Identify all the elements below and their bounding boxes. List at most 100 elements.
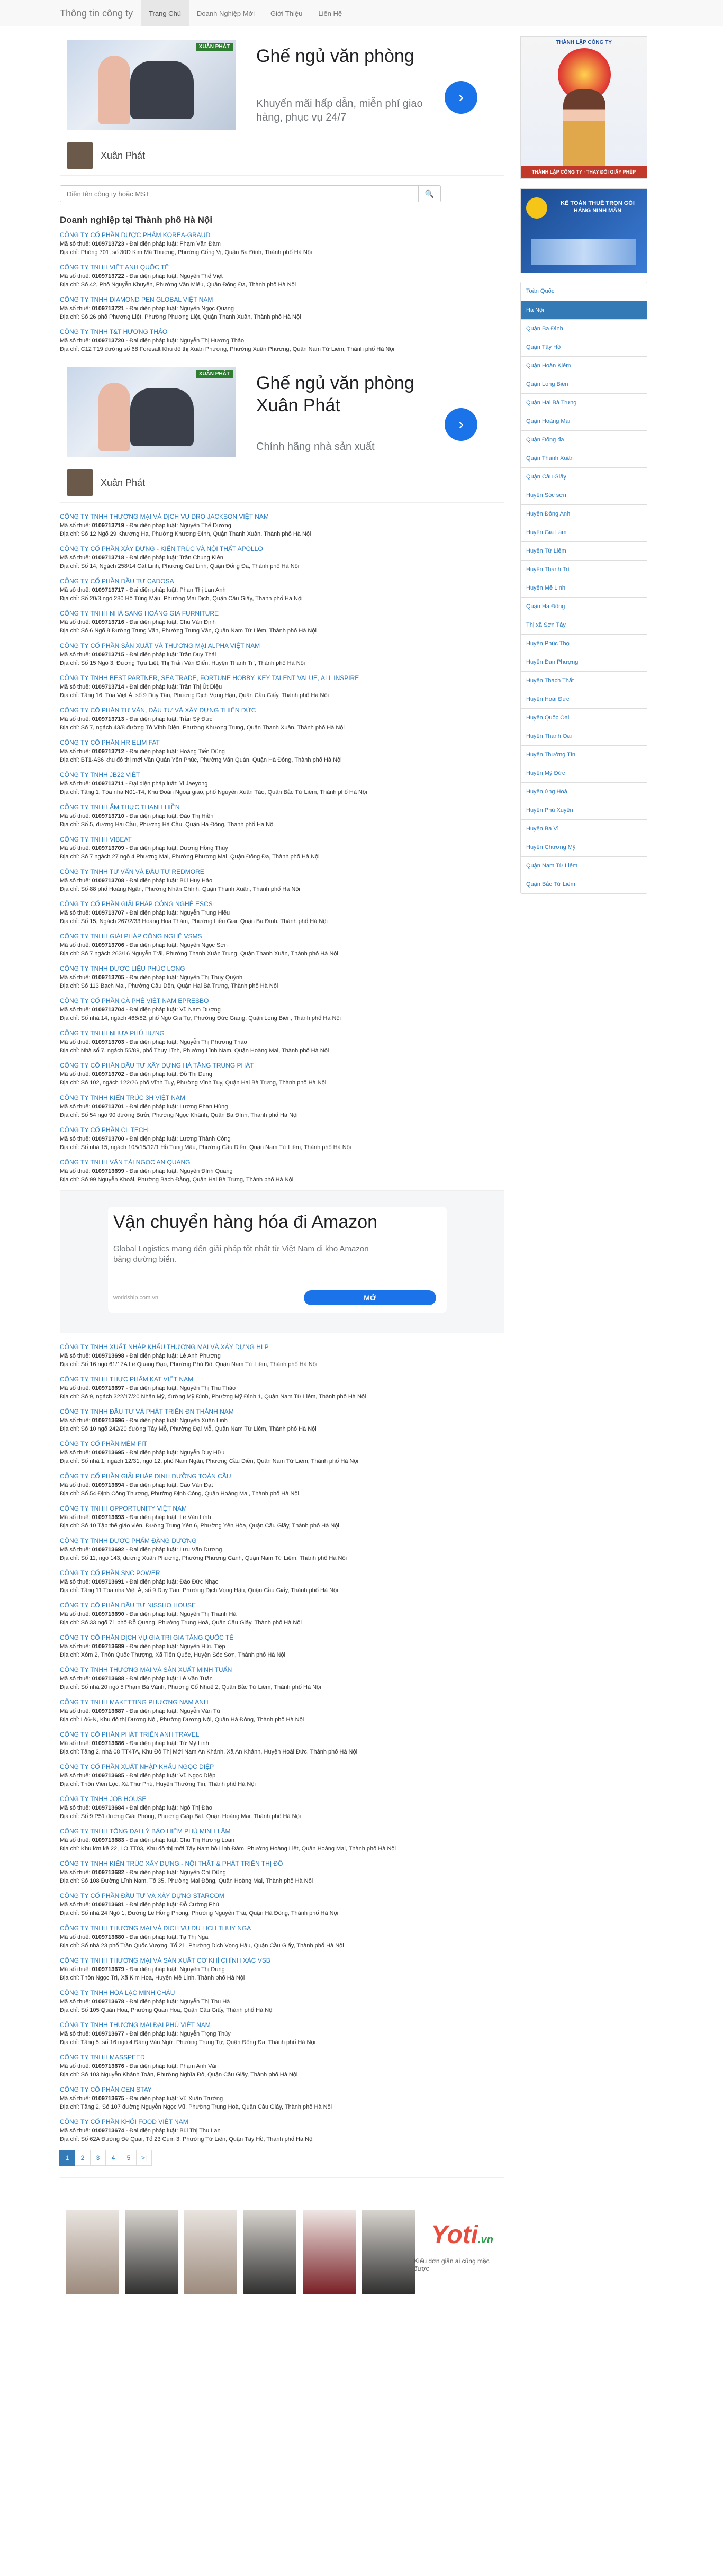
page-2[interactable]: 2 [75,2150,91,2166]
ad-arrow-button[interactable]: › [445,81,477,114]
page-1[interactable]: 1 [59,2150,75,2166]
area-item[interactable]: Quận Bắc Từ Liêm [521,875,647,893]
company-name-link[interactable]: CÔNG TY TNHH THƯƠNG MẠI VÀ SẢN XUẤT MINH… [60,1666,504,1675]
page-5[interactable]: 5 [121,2150,137,2166]
company-name-link[interactable]: CÔNG TY CỔ PHẦN CEN STAY [60,2085,504,2094]
company-name-link[interactable]: CÔNG TY TNHH THƯƠNG MẠI VÀ DỊCH VỤ DU LỊ… [60,1924,504,1933]
product-image[interactable] [362,2210,415,2294]
nav-about[interactable]: Giới Thiệu [263,0,310,26]
company-name-link[interactable]: CÔNG TY TNHH KIẾN TRÚC XÂY DỰNG - NỘI TH… [60,1859,504,1868]
area-item[interactable]: Huyện Thường Tín [521,745,647,764]
area-item[interactable]: Quận Hà Đông [521,597,647,616]
company-name-link[interactable]: CÔNG TY CỔ PHẦN KHÔI FOOD VIỆT NAM [60,2118,504,2127]
company-name-link[interactable]: CÔNG TY CỔ PHẦN HR ELIM FAT [60,738,504,747]
area-item[interactable]: Huyện Gia Lâm [521,523,647,541]
company-name-link[interactable]: CÔNG TY TNHH DIAMOND PEN GLOBAL VIỆT NAM [60,295,504,304]
company-name-link[interactable]: CÔNG TY TNHH TƯ VẤN VÀ ĐẦU TƯ REDMORE [60,867,504,876]
ad-banner-top[interactable]: XUÂN PHÁT Ghế ngủ văn phòng Khuyến mãi h… [60,33,504,176]
product-image[interactable] [66,2210,119,2294]
area-item[interactable]: Huyện Phú Xuyên [521,801,647,819]
area-item[interactable]: Huyện Phúc Thọ [521,634,647,653]
area-item[interactable]: Quận Cầu Giấy [521,467,647,486]
ad-fashion-logo[interactable]: Yoti.vn [431,2220,493,2249]
company-name-link[interactable]: CÔNG TY CỔ PHẦN PHÁT TRIỂN ANH TRAVEL [60,1730,504,1739]
company-name-link[interactable]: CÔNG TY TNHH VIBEAT [60,835,504,844]
ad-banner-middle[interactable]: XUÂN PHÁT Ghế ngủ văn phòng Xuân Phát Ch… [60,360,504,503]
ad-title[interactable]: Ghế ngủ văn phòng Xuân Phát [256,372,426,417]
area-item[interactable]: Huyện Thanh Oai [521,727,647,745]
company-name-link[interactable]: CÔNG TY TNHH T&T HƯƠNG THẢO [60,328,504,337]
area-item[interactable]: Quận Tây Hồ [521,338,647,356]
company-name-link[interactable]: CÔNG TY TNHH THƯƠNG MẠI ĐẠI PHÚ VIỆT NAM [60,2021,504,2030]
company-name-link[interactable]: CÔNG TY CỔ PHẦN DỊCH VỤ GIA TRI GIA TĂNG… [60,1633,504,1642]
search-input[interactable] [60,185,419,202]
company-name-link[interactable]: CÔNG TY CỔ PHẦN SNC POWER [60,1569,504,1578]
company-name-link[interactable]: CÔNG TY TNHH MASSPEED [60,2053,504,2062]
area-item[interactable]: Huyện Mỹ Đức [521,764,647,782]
area-item[interactable]: Huyện Hoài Đức [521,690,647,708]
area-item[interactable]: Quận Thanh Xuân [521,449,647,467]
company-name-link[interactable]: CÔNG TY CỔ PHẦN XUẤT NHẬP KHẨU NGỌC DIỆP [60,1762,504,1771]
company-name-link[interactable]: CÔNG TY TNHH ĐẦU TƯ VÀ PHÁT TRIỂN ĐN THÀ… [60,1407,504,1416]
company-name-link[interactable]: CÔNG TY TNHH JB22 VIỆT [60,771,504,780]
ad-brand-name[interactable]: Xuân Phát [101,477,145,489]
page-4[interactable]: 4 [105,2150,121,2166]
area-item[interactable]: Huyện Đan Phượng [521,653,647,671]
nav-new-companies[interactable]: Doanh Nghiệp Mới [189,0,263,26]
company-name-link[interactable]: CÔNG TY TNHH DƯỢC PHẨM ĐĂNG DƯƠNG [60,1536,504,1545]
company-name-link[interactable]: CÔNG TY TNHH VẬN TẢI NGỌC AN QUANG [60,1158,504,1167]
company-name-link[interactable]: CÔNG TY TNHH MAKETTING PHƯƠNG NAM ANH [60,1698,504,1707]
company-name-link[interactable]: CÔNG TY TNHH THƯƠNG MẠI VÀ SẢN XUẤT CƠ K… [60,1956,504,1965]
sidebar-banner-company-setup[interactable]: THÀNH LẬP CÔNG TY THÀNH LẬP CÔNG TY · TH… [520,36,647,179]
area-item[interactable]: Quận Long Biên [521,375,647,393]
area-item[interactable]: Huyện Sóc sơn [521,486,647,504]
company-name-link[interactable]: CÔNG TY TNHH OPPORTUNITY VIỆT NAM [60,1504,504,1513]
page-last[interactable]: >| [136,2150,152,2166]
company-name-link[interactable]: CÔNG TY CỔ PHẦN GIẢI PHÁP CÔNG NGHỆ ESCS [60,900,504,909]
product-image[interactable] [243,2210,296,2294]
nav-home[interactable]: Trang Chủ [141,0,189,26]
company-name-link[interactable]: CÔNG TY TNHH HÒA LẠC MINH CHÂU [60,1989,504,1997]
ad-open-button[interactable]: MỞ [304,1290,436,1305]
area-item[interactable]: Quận Hoàn Kiếm [521,356,647,375]
company-name-link[interactable]: CÔNG TY TNHH TỔNG ĐẠI LÝ BẢO HIỂM PHÚ MI… [60,1827,504,1836]
company-name-link[interactable]: CÔNG TY TNHH JOB HOUSE [60,1795,504,1804]
company-name-link[interactable]: CÔNG TY CỔ PHẦN DƯỢC PHẨM KOREA-GRAUD [60,231,504,240]
ad-arrow-button[interactable]: › [445,408,477,441]
company-name-link[interactable]: CÔNG TY CỔ PHẦN ĐẦU TƯ NISSHO HOUSE [60,1601,504,1610]
area-item[interactable]: Huyện ứng Hoà [521,782,647,801]
nav-contact[interactable]: Liên Hệ [310,0,350,26]
area-item[interactable]: Thị xã Sơn Tây [521,616,647,634]
ad-title[interactable]: Vận chuyển hàng hóa đi Amazon [113,1212,377,1233]
ad-amazon-shipping[interactable]: Vận chuyển hàng hóa đi Amazon Global Log… [60,1190,504,1333]
company-name-link[interactable]: CÔNG TY TNHH GIẢI PHÁP CÔNG NGHỆ VSMS [60,932,504,941]
area-item[interactable]: Quận Ba Đình [521,319,647,338]
company-name-link[interactable]: CÔNG TY CỔ PHẦN GIẢI PHÁP ĐỊNH DƯỠNG TOÀ… [60,1472,504,1481]
area-item[interactable]: Huyện Thạch Thất [521,671,647,690]
ad-brand-name[interactable]: Xuân Phát [101,150,145,161]
company-name-link[interactable]: CÔNG TY TNHH BEST PARTNER, SEA TRADE, FO… [60,674,504,683]
area-item[interactable]: Huyện Mê Linh [521,579,647,597]
company-name-link[interactable]: CÔNG TY CỔ PHẦN XÂY DỰNG - KIẾN TRÚC VÀ … [60,545,504,554]
area-item[interactable]: Quận Nam Từ Liêm [521,856,647,875]
ad-title[interactable]: Ghế ngủ văn phòng [256,45,426,67]
company-name-link[interactable]: CÔNG TY CỔ PHẦN ĐẦU TƯ CADOSA [60,577,504,586]
company-name-link[interactable]: CÔNG TY TNHH THƯƠNG MẠI VÀ DỊCH VỤ DRO J… [60,512,504,521]
company-name-link[interactable]: CÔNG TY TNHH NHÀ SANG HOÀNG GIA FURNITUR… [60,609,504,618]
area-item[interactable]: Huyện Chương Mỹ [521,838,647,856]
company-name-link[interactable]: CÔNG TY CỔ PHẦN ĐẦU TƯ VÀ XÂY DỰNG STARC… [60,1892,504,1901]
search-button[interactable]: 🔍 [419,185,441,202]
area-item[interactable]: Quận Hoàng Mai [521,412,647,430]
company-name-link[interactable]: CÔNG TY TNHH THỰC PHẨM KAT VIỆT NAM [60,1375,504,1384]
company-name-link[interactable]: CÔNG TY TNHH XUẤT NHẬP KHẨU THƯƠNG MẠI V… [60,1343,504,1352]
company-name-link[interactable]: CÔNG TY CỔ PHẦN SẢN XUẤT VÀ THƯƠNG MẠI A… [60,641,504,650]
product-image[interactable] [303,2210,356,2294]
sidebar-banner-accounting[interactable]: KẾ TOÁN THUẾ TRỌN GÓI HÀNG NINH MÂN [520,188,647,273]
company-name-link[interactable]: CÔNG TY CỔ PHẦN CL TECH [60,1126,504,1135]
brand-link[interactable]: Thông tin công ty [52,0,141,26]
area-item[interactable]: Huyện Đông Anh [521,504,647,523]
area-item[interactable]: Quận Đống đa [521,430,647,449]
area-item[interactable]: Huyện Thanh Trì [521,560,647,579]
company-name-link[interactable]: CÔNG TY CỔ PHẦN ĐẦU TƯ XÂY DỰNG HÀ TĂNG … [60,1061,504,1070]
page-3[interactable]: 3 [90,2150,106,2166]
